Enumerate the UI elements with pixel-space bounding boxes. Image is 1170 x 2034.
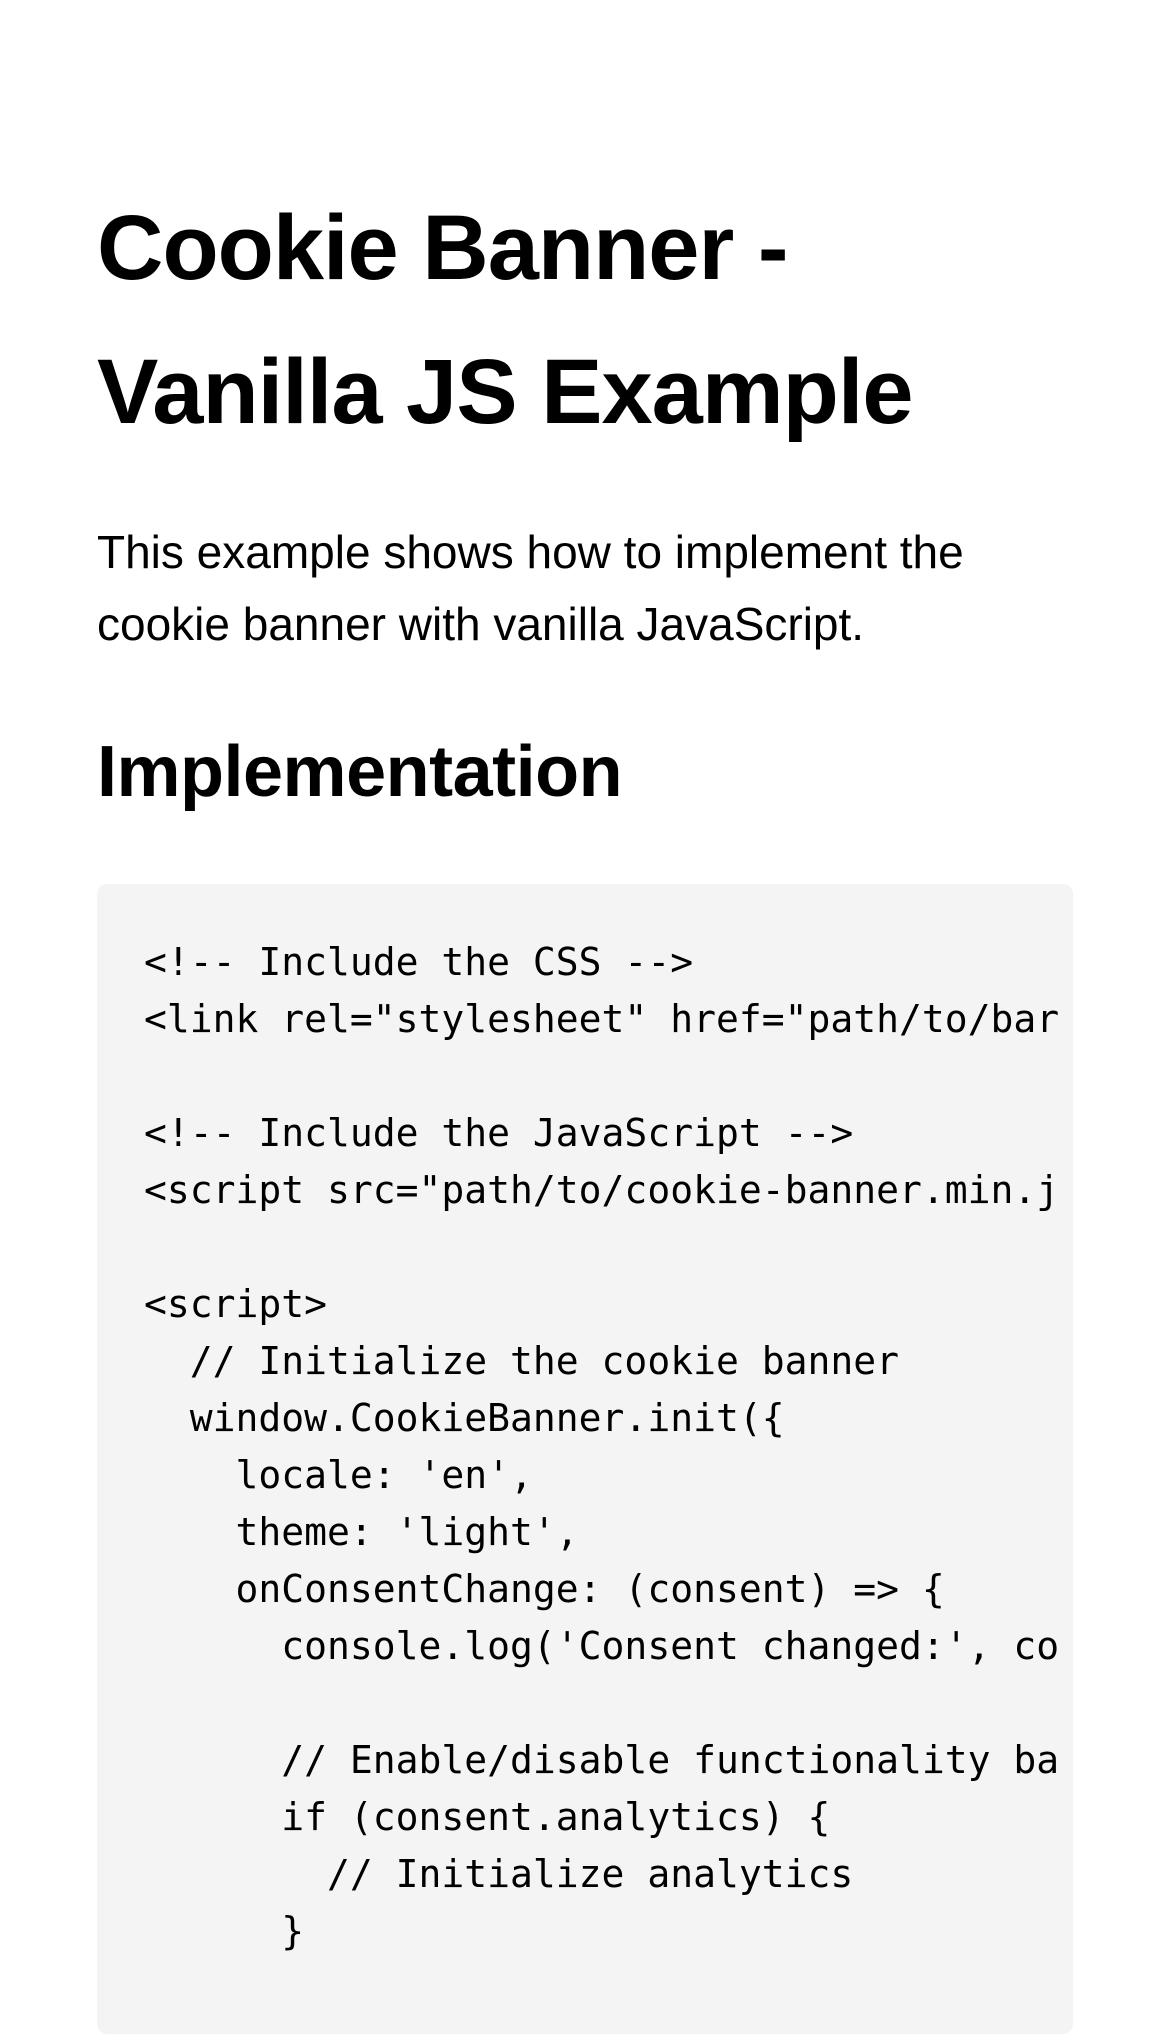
code-line: <link rel="stylesheet" href="path/to/bar [144,997,1060,1041]
section-heading-implementation: Implementation [97,732,623,812]
code-line: theme: 'light', [144,1510,579,1554]
code-line: // Initialize the cookie banner [144,1339,899,1383]
code-line: <!-- Include the JavaScript --> [144,1111,854,1155]
code-block[interactable]: <!-- Include the CSS --> <link rel="style… [97,884,1073,2034]
code-line: <script src="path/to/cookie-banner.min.j [144,1168,1060,1212]
intro-paragraph: This example shows how to implement the … [97,526,964,650]
code-line: // Initialize analytics [144,1852,854,1896]
code-line: <script> [144,1282,328,1326]
code-line: // Enable/disable functionality ba [144,1738,1060,1782]
code-line: if (consent.analytics) { [144,1795,831,1839]
code-line: <!-- Include the CSS --> [144,940,694,984]
code-line: onConsentChange: (consent) => { [144,1567,945,1611]
code-line: window.CookieBanner.init({ [144,1396,785,1440]
code-content: <!-- Include the CSS --> <link rel="style… [144,934,1059,1960]
code-line: locale: 'en', [144,1453,533,1497]
page-title: Cookie Banner - Vanilla JS Example [97,197,914,443]
code-line: console.log('Consent changed:', co [144,1624,1060,1668]
code-line: } [144,1909,305,1953]
